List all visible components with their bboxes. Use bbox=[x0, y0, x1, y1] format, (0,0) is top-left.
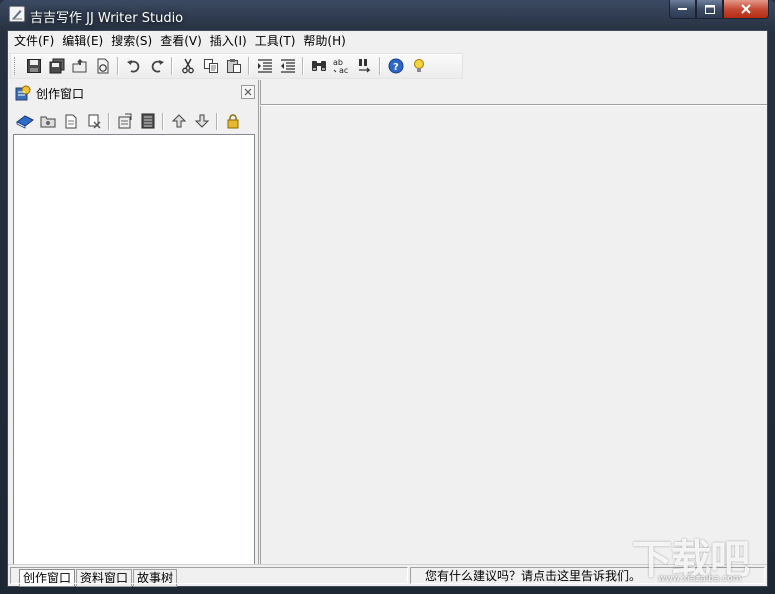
properties-icon bbox=[118, 113, 131, 129]
editor-header-divider bbox=[260, 104, 767, 106]
folder-icon bbox=[40, 116, 55, 128]
watermark-url: www.xiazaiba.com bbox=[658, 574, 742, 584]
move-down-button[interactable] bbox=[190, 110, 213, 132]
delete-document-button[interactable] bbox=[82, 110, 105, 132]
new-document-icon bbox=[65, 114, 76, 129]
editor-pane[interactable] bbox=[260, 80, 767, 564]
panel-title: 创作窗口 bbox=[36, 86, 85, 101]
indent-icon bbox=[257, 59, 272, 73]
watermark: 下载吧 www.xiazaiba.com bbox=[632, 527, 772, 593]
menu-help[interactable]: 帮助(H) bbox=[299, 32, 349, 51]
notes-icon bbox=[141, 113, 154, 129]
maximize-button[interactable] bbox=[696, 0, 723, 19]
paste-button[interactable] bbox=[222, 55, 245, 77]
replace-icon bbox=[358, 59, 371, 73]
find-button[interactable] bbox=[307, 55, 330, 77]
lock-button[interactable] bbox=[221, 110, 244, 132]
spell-check-icon: abac bbox=[333, 58, 348, 74]
book-icon bbox=[15, 115, 34, 129]
help-icon: ? bbox=[388, 58, 403, 74]
panel-toolbar bbox=[13, 110, 244, 132]
maximize-icon bbox=[704, 4, 715, 14]
status-panel-main bbox=[10, 567, 408, 584]
toolbar-separator bbox=[171, 57, 173, 75]
save-icon bbox=[26, 59, 41, 73]
toolbar-grip[interactable] bbox=[14, 57, 18, 75]
svg-text:ac: ac bbox=[339, 66, 348, 74]
panel-toolbar-separator bbox=[108, 112, 110, 130]
close-file-button[interactable] bbox=[91, 55, 114, 77]
paste-icon bbox=[226, 59, 241, 73]
cut-icon bbox=[181, 58, 194, 74]
creation-tree[interactable] bbox=[13, 134, 255, 565]
menu-search[interactable]: 搜索(S) bbox=[107, 32, 156, 51]
minimize-button[interactable] bbox=[669, 0, 696, 19]
menu-file[interactable]: 文件(F) bbox=[10, 32, 58, 51]
menu-tools[interactable]: 工具(T) bbox=[251, 32, 300, 51]
menu-edit[interactable]: 编辑(E) bbox=[58, 32, 107, 51]
redo-icon bbox=[151, 60, 164, 73]
outdent-button[interactable] bbox=[276, 55, 299, 77]
delete-document-icon bbox=[88, 114, 100, 129]
find-icon bbox=[311, 61, 326, 71]
move-up-button[interactable] bbox=[167, 110, 190, 132]
new-book-button[interactable] bbox=[13, 110, 36, 132]
close-icon bbox=[244, 88, 252, 96]
app-icon[interactable] bbox=[9, 6, 25, 22]
creation-panel: 创作窗口 bbox=[10, 80, 259, 565]
window-title: 吉吉写作 JJ Writer Studio bbox=[30, 11, 184, 26]
open-button[interactable] bbox=[68, 55, 91, 77]
toolbar-separator bbox=[117, 57, 119, 75]
panel-header: 创作窗口 bbox=[10, 80, 258, 106]
tip-button[interactable] bbox=[407, 55, 430, 77]
app-window: 吉吉写作 JJ Writer Studio 文件(F) 编辑(E) 搜索(S) … bbox=[0, 0, 775, 594]
move-up-icon bbox=[171, 114, 186, 128]
close-icon bbox=[741, 4, 751, 14]
notes-button[interactable] bbox=[136, 110, 159, 132]
outdent-icon bbox=[280, 59, 295, 73]
title-bar[interactable]: 吉吉写作 JJ Writer Studio bbox=[0, 0, 775, 30]
toolbar-separator bbox=[248, 57, 250, 75]
cut-button[interactable] bbox=[176, 55, 199, 77]
main-toolbar: ab ac ? bbox=[10, 53, 463, 79]
toolbar-separator bbox=[379, 57, 381, 75]
properties-button[interactable] bbox=[113, 110, 136, 132]
client-area: 文件(F) 编辑(E) 搜索(S) 查看(V) 插入(I) 工具(T) 帮助(H… bbox=[7, 30, 768, 587]
panel-toolbar-separator bbox=[216, 112, 218, 130]
copy-button[interactable] bbox=[199, 55, 222, 77]
redo-button[interactable] bbox=[145, 55, 168, 77]
panel-toolbar-separator bbox=[162, 112, 164, 130]
copy-icon bbox=[203, 59, 218, 73]
open-icon bbox=[72, 59, 86, 73]
svg-text:?: ? bbox=[393, 62, 399, 73]
minimize-icon bbox=[677, 8, 687, 10]
caption-buttons bbox=[669, 0, 769, 20]
save-all-icon bbox=[49, 58, 64, 74]
move-down-icon bbox=[194, 114, 209, 128]
panel-close-button[interactable] bbox=[241, 85, 255, 99]
undo-button[interactable] bbox=[122, 55, 145, 77]
close-file-icon bbox=[97, 58, 108, 74]
spell-check-button[interactable]: ab ac bbox=[330, 55, 353, 77]
tip-icon bbox=[413, 59, 424, 72]
menu-view[interactable]: 查看(V) bbox=[156, 32, 206, 51]
toolbar-separator bbox=[302, 57, 304, 75]
pane-divider[interactable] bbox=[260, 80, 261, 564]
help-button[interactable]: ? bbox=[384, 55, 407, 77]
menu-insert[interactable]: 插入(I) bbox=[206, 32, 251, 51]
menu-bar: 文件(F) 编辑(E) 搜索(S) 查看(V) 插入(I) 工具(T) 帮助(H… bbox=[8, 31, 767, 52]
lock-icon bbox=[227, 114, 238, 129]
undo-icon bbox=[126, 60, 139, 73]
creation-window-icon bbox=[15, 85, 31, 101]
new-document-button[interactable] bbox=[59, 110, 82, 132]
indent-button[interactable] bbox=[253, 55, 276, 77]
replace-button[interactable] bbox=[353, 55, 376, 77]
new-folder-button[interactable] bbox=[36, 110, 59, 132]
save-button[interactable] bbox=[22, 55, 45, 77]
save-all-button[interactable] bbox=[45, 55, 68, 77]
close-button[interactable] bbox=[723, 0, 769, 19]
